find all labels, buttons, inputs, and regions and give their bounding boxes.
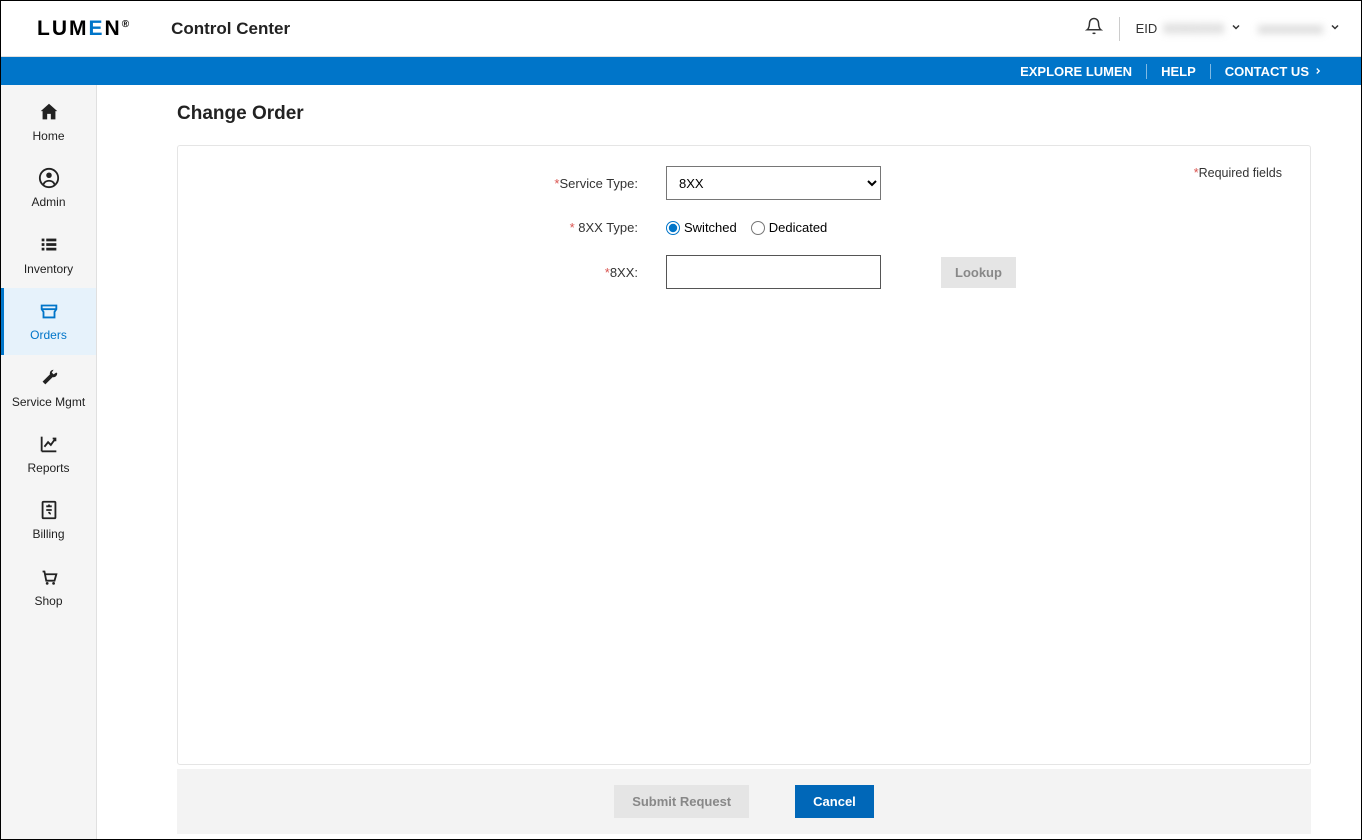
notification-bell-icon[interactable] (1085, 17, 1103, 40)
sidebar-item-home[interactable]: Home (1, 89, 96, 155)
sidebar-label: Shop (34, 594, 62, 608)
sidebar-label: Billing (32, 527, 64, 541)
sidebar-label: Admin (31, 195, 65, 209)
sidebar-item-billing[interactable]: Billing (1, 487, 96, 553)
8xx-number-label: *8XX: (206, 265, 666, 280)
sidebar-item-service-mgmt[interactable]: Service Mgmt (1, 355, 96, 421)
row-8xx-number: *8XX: Lookup (206, 255, 1282, 289)
logo-text: LUMEN® (37, 17, 131, 41)
header-right: EID XXXXXXX xxxxxxxxxx (1085, 17, 1341, 41)
row-8xx-type: * 8XX Type: Switched Dedicated (206, 220, 1282, 235)
sidebar-label: Home (32, 129, 64, 143)
sidebar-label: Service Mgmt (12, 395, 85, 409)
footer-action-bar: Submit Request Cancel (177, 769, 1311, 834)
row-service-type: *Service Type: 8XX (206, 166, 1282, 200)
help-link[interactable]: HELP (1146, 64, 1210, 79)
eid-dropdown[interactable]: EID XXXXXXX (1136, 21, 1242, 36)
app-title: Control Center (171, 19, 290, 39)
explore-lumen-link[interactable]: EXPLORE LUMEN (1006, 64, 1146, 79)
radio-switched[interactable]: Switched (666, 220, 737, 235)
username: xxxxxxxxxx (1258, 21, 1323, 36)
chevron-down-icon (1230, 21, 1242, 36)
sidebar: Home Admin Inventory Orders Service Mgmt… (1, 85, 97, 839)
blue-nav-bar: EXPLORE LUMEN HELP CONTACT US (1, 57, 1361, 85)
service-type-label: *Service Type: (206, 176, 666, 191)
sidebar-item-reports[interactable]: Reports (1, 421, 96, 487)
content-area: Change Order *Required fields *Service T… (97, 85, 1361, 839)
sidebar-label: Reports (27, 461, 69, 475)
8xx-number-input[interactable] (666, 255, 881, 289)
sidebar-label: Inventory (24, 262, 73, 276)
top-header: LUMEN® Control Center EID XXXXXXX xxxxxx… (1, 1, 1361, 57)
logo[interactable]: LUMEN® (37, 17, 131, 41)
radio-dedicated-input[interactable] (751, 221, 765, 235)
sidebar-item-orders[interactable]: Orders (1, 288, 96, 354)
sidebar-label: Orders (30, 328, 67, 342)
main-layout: Home Admin Inventory Orders Service Mgmt… (1, 85, 1361, 839)
username-dropdown[interactable]: xxxxxxxxxx (1258, 21, 1341, 36)
divider (1119, 17, 1120, 41)
page-title: Change Order (177, 103, 1311, 125)
radio-switched-label: Switched (684, 220, 737, 235)
radio-dedicated[interactable]: Dedicated (751, 220, 828, 235)
sidebar-item-shop[interactable]: Shop (1, 554, 96, 620)
eid-value: XXXXXXX (1163, 21, 1224, 36)
8xx-type-label: * 8XX Type: (206, 220, 666, 235)
sidebar-item-admin[interactable]: Admin (1, 155, 96, 221)
radio-dedicated-label: Dedicated (769, 220, 828, 235)
lookup-button[interactable]: Lookup (941, 257, 1016, 288)
radio-switched-input[interactable] (666, 221, 680, 235)
eid-label: EID (1136, 21, 1158, 36)
service-type-select[interactable]: 8XX (666, 166, 881, 200)
sidebar-item-inventory[interactable]: Inventory (1, 222, 96, 288)
cancel-button[interactable]: Cancel (795, 785, 874, 818)
contact-us-label: CONTACT US (1225, 64, 1309, 79)
form-panel: *Required fields *Service Type: 8XX * 8X… (177, 145, 1311, 765)
chevron-right-icon (1313, 64, 1323, 79)
submit-request-button[interactable]: Submit Request (614, 785, 749, 818)
contact-us-link[interactable]: CONTACT US (1210, 64, 1337, 79)
required-fields-note: *Required fields (1194, 166, 1282, 180)
chevron-down-icon (1329, 21, 1341, 36)
